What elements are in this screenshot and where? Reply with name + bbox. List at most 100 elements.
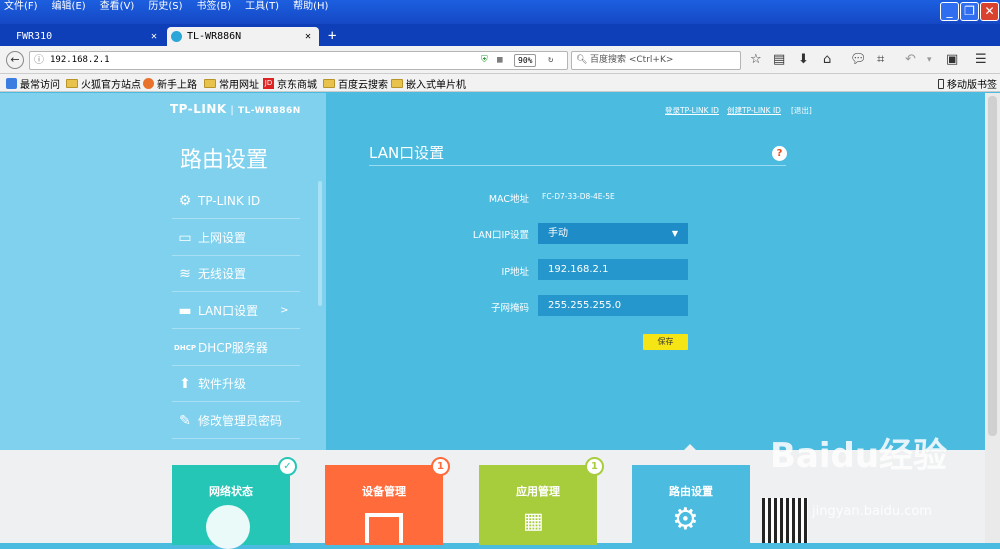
sidebar-item-lan[interactable]: ▬ LAN口设置 > <box>172 293 300 329</box>
scrollbar-thumb[interactable] <box>988 96 997 436</box>
dhcp-icon: DHCP <box>174 343 196 352</box>
save-button[interactable]: 保存 <box>643 334 688 350</box>
bookmark-embedded[interactable]: 嵌入式单片机 <box>391 76 466 91</box>
lan-ip-mode-select[interactable]: 手动 ▼ <box>538 223 688 244</box>
card-router-settings[interactable]: 路由设置 ⚙ <box>632 465 750 545</box>
sidebar-item-label: TP-LINK ID <box>198 193 261 208</box>
sidebar-item-password[interactable]: ✎ 修改管理员密码 <box>172 403 300 439</box>
close-tab-icon[interactable]: ✕ <box>305 27 311 46</box>
title-divider <box>369 165 786 166</box>
sidebar-item-label: LAN口设置 <box>198 304 259 318</box>
gear-icon: ⚙ <box>672 502 699 537</box>
navigation-bar: ← ⓘ 192.168.2.1 ⛨ ▦ 90% ↻ 🔍︎ 百度搜索 <Ctrl+K… <box>0 46 1000 74</box>
url-input[interactable]: ⓘ 192.168.2.1 ⛨ ▦ 90% ↻ <box>29 51 568 70</box>
tab-fwr310[interactable]: FWR310 ✕ <box>0 27 165 46</box>
maximize-button[interactable]: ❐ <box>960 2 979 21</box>
logout-link[interactable]: [退出] <box>791 105 812 116</box>
dropdown-icon[interactable]: ▾ <box>927 52 932 68</box>
sidebar-scrollbar[interactable] <box>318 181 322 306</box>
menu-tools[interactable]: 工具(T) <box>241 0 279 15</box>
search-input[interactable]: 🔍︎ 百度搜索 <Ctrl+K> <box>571 51 741 70</box>
new-tab-button[interactable]: + <box>322 27 336 46</box>
card-label: 设备管理 <box>362 485 406 498</box>
laptop-icon: ▭ <box>178 229 192 246</box>
page-title: LAN口设置 <box>369 144 445 162</box>
search-placeholder: 百度搜索 <Ctrl+K> <box>590 55 674 65</box>
sidebar-item-wireless[interactable]: ≋ 无线设置 <box>172 256 300 292</box>
check-badge: ✓ <box>278 457 297 476</box>
menu-view[interactable]: 查看(V) <box>96 0 135 15</box>
card-device-management[interactable]: 设备管理 1 <box>325 457 450 545</box>
window-titlebar: 文件(F) 编辑(E) 查看(V) 历史(S) 书签(B) 工具(T) 帮助(H… <box>0 0 1000 24</box>
zoom-level[interactable]: 90% <box>514 54 537 67</box>
tab-tl-wr886n[interactable]: TL-WR886N ✕ <box>167 27 319 46</box>
chat-icon[interactable]: 💬︎ <box>850 52 867 68</box>
bookmark-baidu-cloud[interactable]: 百度云搜索 <box>323 76 388 91</box>
qrcode-icon[interactable]: ▦ <box>497 52 502 69</box>
sidebar-item-tplink-id[interactable]: ⚙ TP-LINK ID <box>172 183 300 219</box>
bookmark-most-visited[interactable]: 最常访问 <box>6 76 60 91</box>
bookmark-label: 新手上路 <box>157 80 197 91</box>
menu-edit[interactable]: 编辑(E) <box>48 0 86 15</box>
subnet-mask-input[interactable]: 255.255.255.0 <box>538 295 688 316</box>
menu-history[interactable]: 历史(S) <box>144 0 182 15</box>
menu-file[interactable]: 文件(F) <box>0 0 38 15</box>
crop-icon[interactable]: ⌗ <box>877 52 884 68</box>
star-icon[interactable]: ☆ <box>750 52 762 68</box>
count-badge: 1 <box>431 457 450 476</box>
count-badge: 1 <box>585 457 604 476</box>
menu-help[interactable]: 帮助(H) <box>289 0 328 15</box>
tab-bar: FWR310 ✕ TL-WR886N ✕ + <box>0 24 1000 46</box>
sidebar-toggle-icon[interactable]: ▣ <box>946 52 958 68</box>
reading-list-icon[interactable]: ▤ <box>773 52 785 68</box>
bookmark-jd[interactable]: JD 京东商城 <box>263 76 317 91</box>
active-pointer <box>684 444 696 450</box>
ip-address-input[interactable]: 192.168.2.1 <box>538 259 688 280</box>
card-network-status[interactable]: 网络状态 ✓ <box>172 457 297 549</box>
bookmark-firefox-site[interactable]: 火狐官方站点 <box>66 76 141 91</box>
mac-label: MAC地址 <box>488 194 529 205</box>
folder-icon <box>66 79 78 88</box>
bookmark-mobile[interactable]: 移动版书签 <box>938 76 997 91</box>
lan-ip-mode-label: LAN口IP设置 <box>472 230 529 241</box>
folder-icon <box>391 79 403 88</box>
watermark-url: jingyan.baidu.com <box>812 504 932 519</box>
router-icon: ▬ <box>178 302 192 319</box>
download-icon[interactable]: ⬇ <box>798 52 809 68</box>
menu-bookmarks[interactable]: 书签(B) <box>193 0 232 15</box>
undo-icon[interactable]: ↶ <box>905 52 916 68</box>
reload-icon[interactable]: ↻ <box>548 52 553 69</box>
menu-bar: 文件(F) 编辑(E) 查看(V) 历史(S) 书签(B) 工具(T) 帮助(H… <box>0 0 338 15</box>
sidebar-item-label: 软件升级 <box>198 377 247 391</box>
minimize-button[interactable]: _ <box>940 2 959 21</box>
back-arrow-icon[interactable]: ← <box>6 51 24 69</box>
info-icon[interactable]: ⓘ <box>34 52 44 69</box>
shield-icon[interactable]: ⛨ <box>481 52 488 69</box>
wifi-icon: ≋ <box>179 265 191 282</box>
sidebar-item-dhcp[interactable]: DHCP DHCP服务器 <box>172 330 300 366</box>
sidebar-item-internet[interactable]: ▭ 上网设置 <box>172 220 300 256</box>
menu-icon[interactable]: ☰ <box>975 52 987 68</box>
bookmark-label: 百度云搜索 <box>338 80 388 91</box>
bookmark-label: 移动版书签 <box>947 80 997 91</box>
sidebar-item-upgrade[interactable]: ⬆ 软件升级 <box>172 366 300 402</box>
card-app-management[interactable]: 应用管理 ▦ 1 <box>479 457 604 545</box>
mac-value: FC-D7-33-D8-4E-5E <box>542 192 615 201</box>
bookmark-label: 京东商城 <box>277 80 317 91</box>
bookmarks-bar: 最常访问 火狐官方站点 新手上路 常用网址 JD 京东商城 百度云搜索 嵌入式单片… <box>0 74 1000 92</box>
page-scrollbar[interactable] <box>985 93 1000 543</box>
create-tplink-id-link[interactable]: 创建TP-LINK ID <box>727 105 781 116</box>
folder-icon <box>323 79 335 88</box>
tab-label: TL-WR886N <box>187 31 242 42</box>
login-tplink-id-link[interactable]: 登录TP-LINK ID <box>665 105 719 116</box>
bookmark-label: 常用网址 <box>219 80 259 91</box>
bookmark-star-icon <box>6 78 17 89</box>
close-button[interactable]: ✕ <box>980 2 999 21</box>
bookmark-common-sites[interactable]: 常用网址 <box>204 76 259 91</box>
help-icon[interactable]: ? <box>772 146 787 161</box>
home-icon[interactable]: ⌂ <box>823 52 831 68</box>
bookmark-getting-started[interactable]: 新手上路 <box>143 76 197 91</box>
tab-label: FWR310 <box>16 31 53 42</box>
model-text: TL-WR886N <box>237 106 301 116</box>
close-tab-icon[interactable]: ✕ <box>151 27 157 46</box>
